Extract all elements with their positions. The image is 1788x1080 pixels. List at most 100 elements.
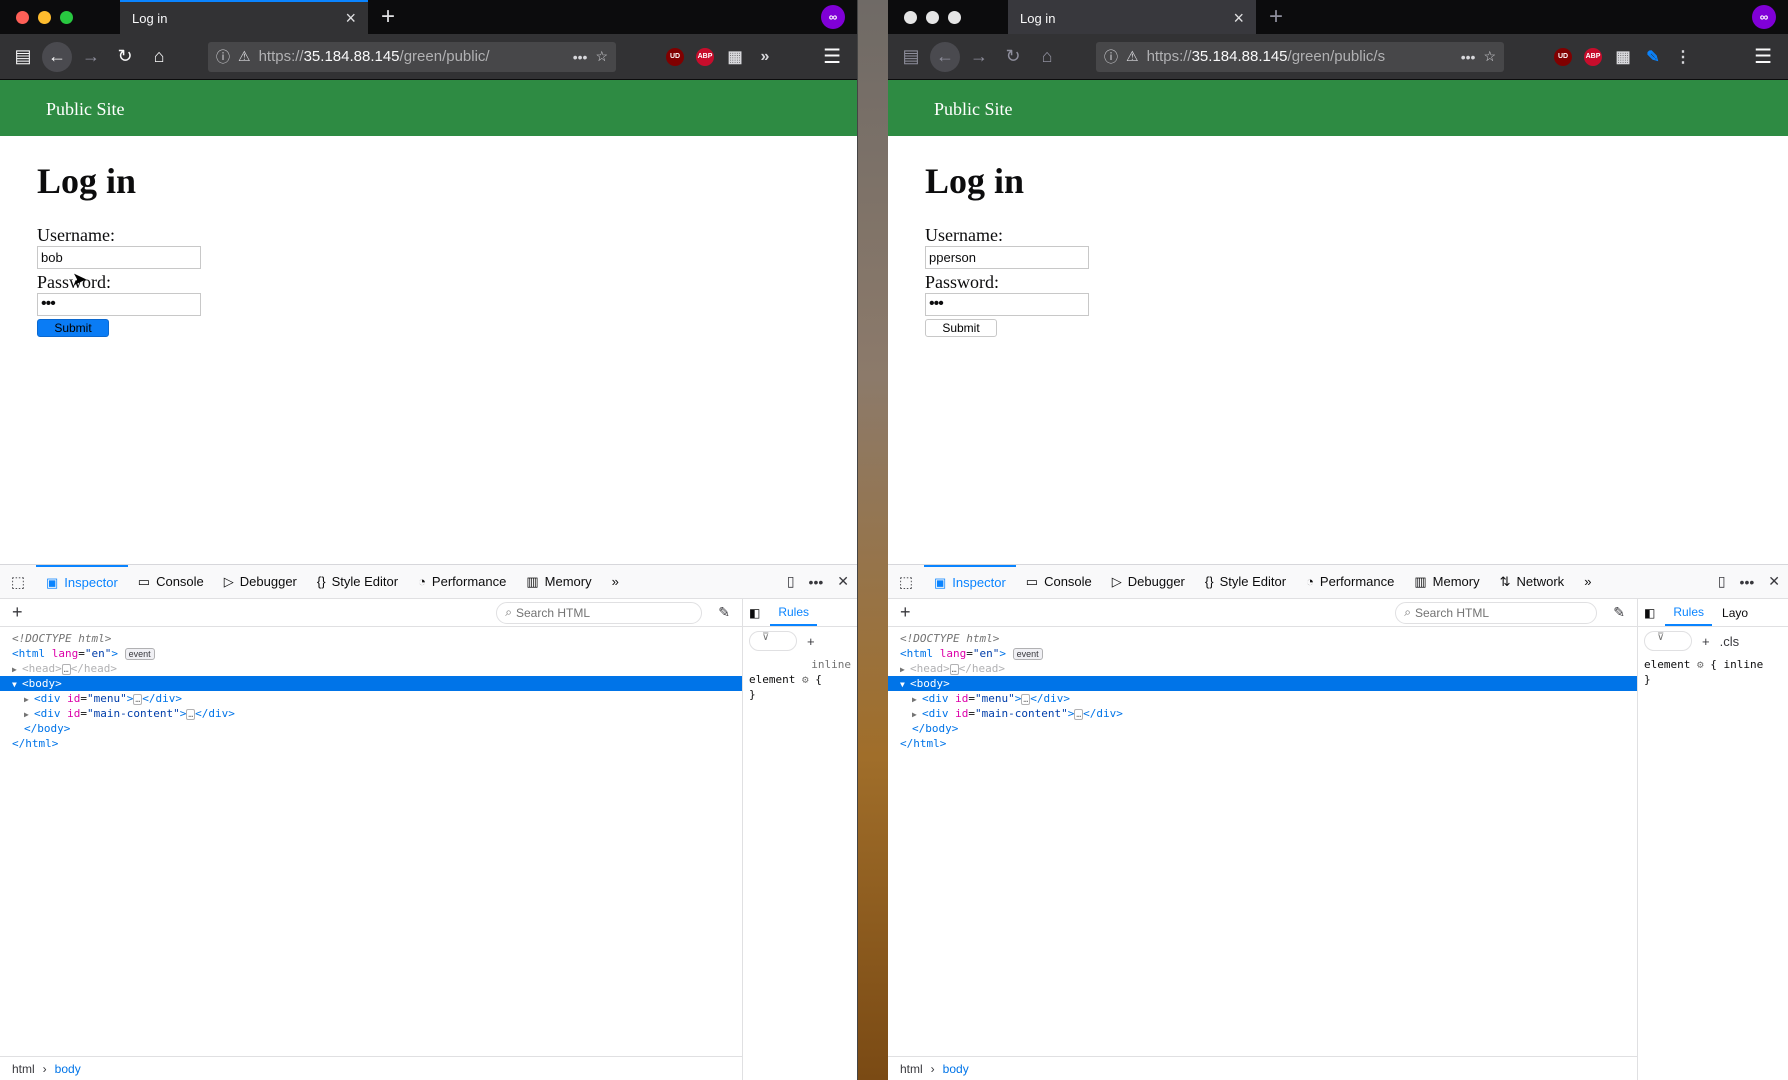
tab-console[interactable]: ▭ Console: [128, 565, 214, 599]
page-actions-icon[interactable]: •••: [573, 49, 588, 65]
toggle-pane-icon[interactable]: ◧: [1644, 606, 1655, 620]
event-badge[interactable]: event: [124, 648, 155, 660]
tree-line-div-menu[interactable]: ▶ <div id="menu">… </div>: [888, 691, 1637, 706]
add-node-icon[interactable]: +: [900, 602, 911, 623]
sidebar-toggle-icon[interactable]: ▤: [8, 42, 38, 72]
url-bar[interactable]: ⓘ ⚠ https://35.184.88.145/green/public/s…: [1096, 41, 1504, 72]
close-tab-icon[interactable]: ×: [1233, 9, 1244, 27]
breadcrumb-html[interactable]: html: [12, 1062, 35, 1076]
insecure-lock-icon[interactable]: ⚠: [238, 48, 251, 65]
tab-inspector[interactable]: ▣ Inspector: [924, 564, 1016, 599]
tab-memory[interactable]: ▥ Memory: [1404, 565, 1489, 599]
element-picker-icon[interactable]: ⬚: [0, 573, 36, 591]
ublock-icon[interactable]: UD: [1554, 47, 1572, 66]
username-field[interactable]: pperson: [925, 246, 1089, 269]
browser-tab[interactable]: Log in ×: [1008, 0, 1256, 34]
tree-line-div-menu[interactable]: ▶ <div id="menu">… </div>: [0, 691, 742, 706]
info-icon[interactable]: ⓘ: [1104, 47, 1118, 67]
forward-button[interactable]: →: [76, 42, 106, 72]
minimize-window-button[interactable]: [926, 10, 939, 24]
more-tabs-chevron-icon[interactable]: »: [1574, 565, 1601, 599]
adblock-plus-icon[interactable]: ABP: [1584, 47, 1602, 66]
eyedropper-icon[interactable]: ✎: [718, 604, 730, 621]
devtools-options-icon[interactable]: •••: [1740, 574, 1755, 590]
site-title-link[interactable]: Public Site: [46, 99, 125, 119]
tree-line-div-main[interactable]: ▶ <div id="main-content">… </div>: [888, 706, 1637, 721]
back-button[interactable]: ←: [42, 41, 72, 72]
tree-line-body-close[interactable]: </body>: [0, 721, 742, 736]
breadcrumb-body[interactable]: body: [943, 1062, 969, 1076]
tab-layout[interactable]: Layo: [1722, 606, 1748, 620]
tree-line-doctype[interactable]: <!DOCTYPE html>: [0, 631, 742, 646]
tree-line-body[interactable]: ▼ <body>: [888, 676, 1637, 691]
filter-styles-input[interactable]: ⊽: [749, 631, 797, 651]
hamburger-menu-icon[interactable]: ☰: [823, 44, 841, 69]
eyedropper-icon[interactable]: ✎: [1613, 604, 1625, 621]
tree-line-div-main[interactable]: ▶ <div id="main-content">… </div>: [0, 706, 742, 721]
tree-line-head[interactable]: ▶ <head>… </head>: [0, 661, 742, 676]
close-devtools-icon[interactable]: ✕: [837, 573, 849, 590]
close-tab-icon[interactable]: ×: [345, 9, 356, 27]
tab-style-editor[interactable]: {} Style Editor: [1195, 565, 1296, 599]
tab-network[interactable]: ⇅ Network: [1490, 565, 1575, 599]
gear-icon[interactable]: ⚙: [802, 673, 809, 686]
submit-button[interactable]: Submit: [925, 319, 997, 337]
close-window-button[interactable]: [16, 10, 29, 24]
home-button[interactable]: ⌂: [1032, 42, 1062, 72]
breadcrumb-html[interactable]: html: [900, 1062, 923, 1076]
gear-icon[interactable]: ⚙: [1697, 658, 1704, 671]
add-rule-icon[interactable]: +: [1702, 634, 1710, 649]
tab-performance[interactable]: ◔ Performance: [408, 565, 516, 599]
page-actions-icon[interactable]: •••: [1461, 49, 1476, 65]
tab-style-editor[interactable]: {} Style Editor: [307, 565, 408, 599]
tree-line-html[interactable]: <html lang="en"> event: [0, 646, 742, 661]
tab-debugger[interactable]: ▷ Debugger: [1102, 565, 1195, 599]
tree-line-body[interactable]: ▼ <body>: [0, 676, 742, 691]
minimize-window-button[interactable]: [38, 10, 51, 24]
back-button[interactable]: ←: [930, 41, 960, 72]
add-rule-icon[interactable]: +: [807, 634, 815, 649]
overflow-chevron-icon[interactable]: »: [756, 48, 774, 66]
tab-performance[interactable]: ◔ Performance: [1296, 565, 1404, 599]
event-badge[interactable]: event: [1012, 648, 1043, 660]
new-tab-button[interactable]: +: [1256, 0, 1296, 34]
password-field[interactable]: •••: [37, 293, 201, 316]
more-tabs-chevron-icon[interactable]: »: [602, 565, 629, 599]
username-field[interactable]: bob: [37, 246, 201, 269]
site-title-link[interactable]: Public Site: [934, 99, 1013, 119]
sidebar-toggle-icon[interactable]: ▤: [896, 42, 926, 72]
hamburger-menu-icon[interactable]: ☰: [1754, 44, 1772, 69]
tab-rules[interactable]: Rules: [770, 600, 818, 626]
library-icon[interactable]: ⋮: [1674, 48, 1692, 66]
element-picker-icon[interactable]: ⬚: [888, 573, 924, 591]
submit-button[interactable]: Submit: [37, 319, 109, 337]
zoom-window-button[interactable]: [60, 10, 73, 24]
tree-line-html-close[interactable]: </html>: [0, 736, 742, 751]
info-icon[interactable]: ⓘ: [216, 47, 230, 67]
adblock-plus-icon[interactable]: ABP: [696, 47, 714, 66]
home-button[interactable]: ⌂: [144, 42, 174, 72]
new-tab-button[interactable]: +: [368, 0, 408, 34]
reload-button[interactable]: ↻: [110, 42, 140, 72]
tab-inspector[interactable]: ▣ Inspector: [36, 564, 128, 599]
tree-line-body-close[interactable]: </body>: [888, 721, 1637, 736]
password-field[interactable]: •••: [925, 293, 1089, 316]
bookmark-star-icon[interactable]: ☆: [595, 48, 608, 65]
tree-line-html[interactable]: <html lang="en"> event: [888, 646, 1637, 661]
url-text[interactable]: https://35.184.88.145/green/public/s: [1147, 48, 1453, 65]
grid-extension-icon[interactable]: ▦: [726, 48, 744, 66]
dock-icon[interactable]: ▯: [1718, 573, 1726, 590]
close-window-button[interactable]: [904, 10, 917, 24]
close-devtools-icon[interactable]: ✕: [1768, 573, 1780, 590]
class-toggle-button[interactable]: .cls: [1720, 634, 1740, 649]
bookmark-star-icon[interactable]: ☆: [1483, 48, 1496, 65]
forward-button[interactable]: →: [964, 42, 994, 72]
insecure-lock-icon[interactable]: ⚠: [1126, 48, 1139, 65]
reload-button[interactable]: ↻: [998, 42, 1028, 72]
search-html-input[interactable]: ⌕ Search HTML: [1395, 601, 1598, 624]
extension-icon[interactable]: ✎: [1644, 48, 1662, 66]
ublock-icon[interactable]: UD: [666, 47, 684, 66]
filter-styles-input[interactable]: ⊽: [1644, 631, 1692, 651]
tab-memory[interactable]: ▥ Memory: [516, 565, 601, 599]
tab-rules[interactable]: Rules: [1665, 600, 1713, 626]
